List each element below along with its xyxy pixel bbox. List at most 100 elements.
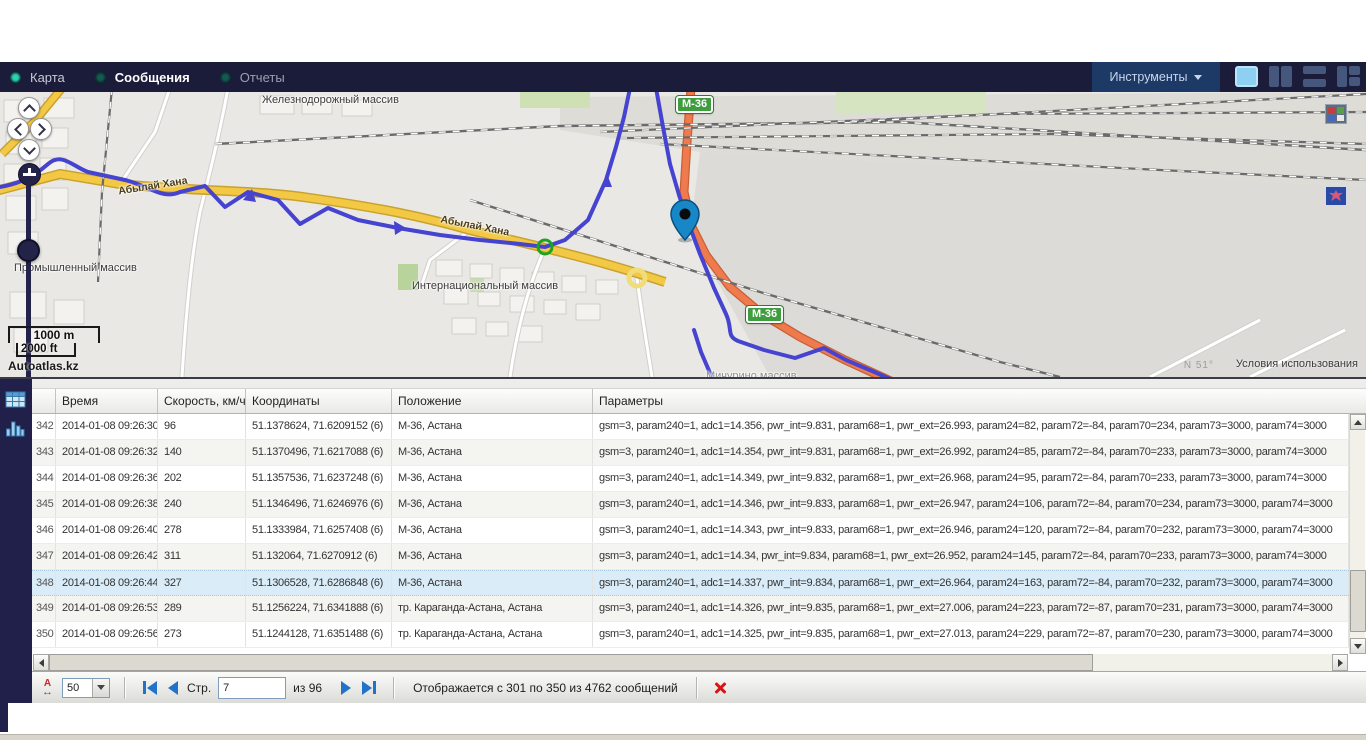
cell-speed: 273 [158,622,246,647]
table-row[interactable]: 3432014-01-08 09:26:3214051.1370496, 71.… [32,440,1349,466]
cell-num: 342 [32,414,56,439]
scroll-up-button[interactable] [1350,414,1366,430]
cell-time: 2014-01-08 09:26:44 [56,571,158,595]
pan-right-button[interactable] [30,118,52,140]
district-label-railway: Железнодорожный массив [262,94,399,106]
vertical-scroll-thumb[interactable] [1350,570,1366,632]
tab-label: Отчеты [240,70,285,85]
table-row[interactable]: 3472014-01-08 09:26:4231151.132064, 71.6… [32,544,1349,570]
page-size-value: 50 [63,682,92,694]
page-size-select[interactable]: 50 [62,678,110,698]
horizontal-scrollbar[interactable] [33,654,1348,671]
tab-label: Карта [30,70,65,85]
autofit-columns-icon[interactable]: А ↔ [42,680,53,696]
map-canvas [0,92,1366,377]
zoom-slider-handle[interactable] [17,239,40,262]
tab-messages[interactable]: Сообщения [95,70,190,85]
next-page-button[interactable] [339,679,353,697]
app-window: Карта Сообщения Отчеты Инструменты [0,0,1366,740]
terms-of-use-link[interactable]: Условия использования [1236,358,1358,370]
chevron-down-icon [1194,75,1202,80]
last-page-button[interactable] [360,679,379,697]
cell-num: 347 [32,544,56,569]
scale-bar-metric: 1000 m [8,326,100,343]
tab-status-dot [220,72,231,83]
cell-location: М-36, Астана [392,440,593,465]
map-panel[interactable]: Железнодорожный массив Интернациональный… [0,92,1366,377]
page-number-input[interactable] [218,677,286,699]
cell-num: 345 [32,492,56,517]
table-row[interactable]: 3482014-01-08 09:26:4432751.1306528, 71.… [32,570,1349,596]
cell-num: 346 [32,518,56,543]
cell-coords: 51.1370496, 71.6217088 (6) [246,440,392,465]
charts-icon[interactable] [5,419,25,442]
pan-up-button[interactable] [18,97,40,119]
tab-status-dot [10,72,21,83]
cell-time: 2014-01-08 09:26:56 [56,622,158,647]
layout-split-horizontal-icon[interactable] [1303,66,1326,87]
clear-messages-icon[interactable] [712,680,728,696]
layout-split-mixed-icon[interactable] [1337,66,1360,87]
header-speed[interactable]: Скорость, км/ч [158,389,246,413]
messages-table-icon[interactable] [5,391,26,413]
cell-location: М-36, Астана [392,414,593,439]
map-type-icon[interactable] [1325,104,1347,124]
cell-num: 343 [32,440,56,465]
pan-left-button[interactable] [7,118,29,140]
cell-time: 2014-01-08 09:26:30 [56,414,158,439]
cell-location: тр. Караганда-Астана, Астана [392,622,593,647]
cell-coords: 51.1378624, 71.6209152 (6) [246,414,392,439]
cell-params: gsm=3, param240=1, adc1=14.343, pwr_int=… [593,518,1349,543]
cell-params: gsm=3, param240=1, adc1=14.349, pwr_int=… [593,466,1349,491]
table-row[interactable]: 3462014-01-08 09:26:4027851.1333984, 71.… [32,518,1349,544]
tools-menu-button[interactable]: Инструменты [1092,62,1220,92]
pan-down-button[interactable] [18,139,40,161]
table-row[interactable]: 3442014-01-08 09:26:3620251.1357536, 71.… [32,466,1349,492]
cell-num: 349 [32,596,56,621]
tools-menu-label: Инструменты [1110,70,1188,84]
cell-params: gsm=3, param240=1, adc1=14.337, pwr_int=… [593,571,1349,595]
overview-map-icon[interactable] [1325,186,1347,206]
first-page-button[interactable] [140,679,159,697]
table-row[interactable]: 3492014-01-08 09:26:5328951.1256224, 71.… [32,596,1349,622]
header-time[interactable]: Время [56,389,158,413]
total-pages-label: из 96 [293,681,322,695]
dropdown-arrow-icon[interactable] [92,679,109,697]
header-location[interactable]: Положение [392,389,593,413]
layout-single-icon[interactable] [1235,66,1258,87]
scroll-left-button[interactable] [33,654,49,671]
map-coordinates-readout: N 51° [1184,360,1214,371]
cell-time: 2014-01-08 09:26:42 [56,544,158,569]
district-label-michurino: Мичурино массив [706,370,797,377]
cell-speed: 289 [158,596,246,621]
prev-page-button[interactable] [166,679,180,697]
tab-status-dot [95,72,106,83]
table-row[interactable]: 3502014-01-08 09:26:5627351.1244128, 71.… [32,622,1349,648]
cell-params: gsm=3, param240=1, adc1=14.354, pwr_int=… [593,440,1349,465]
scroll-right-button[interactable] [1332,654,1348,671]
district-label-international: Интернациональный массив [412,280,558,292]
cell-speed: 278 [158,518,246,543]
cell-location: М-36, Астана [392,492,593,517]
nav-tabs: Карта Сообщения Отчеты [10,62,315,92]
tab-map[interactable]: Карта [10,70,65,85]
tab-reports[interactable]: Отчеты [220,70,285,85]
cell-speed: 202 [158,466,246,491]
horizontal-scroll-thumb[interactable] [49,654,1093,671]
cell-params: gsm=3, param240=1, adc1=14.326, pwr_int=… [593,596,1349,621]
road-badge-m36: М-36 [676,96,713,113]
cell-params: gsm=3, param240=1, adc1=14.356, pwr_int=… [593,414,1349,439]
vertical-scrollbar[interactable] [1349,414,1365,654]
cell-coords: 51.1333984, 71.6257408 (6) [246,518,392,543]
cell-time: 2014-01-08 09:26:53 [56,596,158,621]
cell-coords: 51.1244128, 71.6351488 (6) [246,622,392,647]
header-parameters[interactable]: Параметры [593,389,1366,413]
layout-switcher [1235,66,1360,87]
scroll-down-button[interactable] [1350,638,1366,654]
header-coordinates[interactable]: Координаты [246,389,392,413]
layout-split-vertical-icon[interactable] [1269,66,1292,87]
main-navbar: Карта Сообщения Отчеты Инструменты [0,62,1366,92]
table-row[interactable]: 3422014-01-08 09:26:309651.1378624, 71.6… [32,414,1349,440]
cell-coords: 51.1346496, 71.6246976 (6) [246,492,392,517]
table-row[interactable]: 3452014-01-08 09:26:3824051.1346496, 71.… [32,492,1349,518]
